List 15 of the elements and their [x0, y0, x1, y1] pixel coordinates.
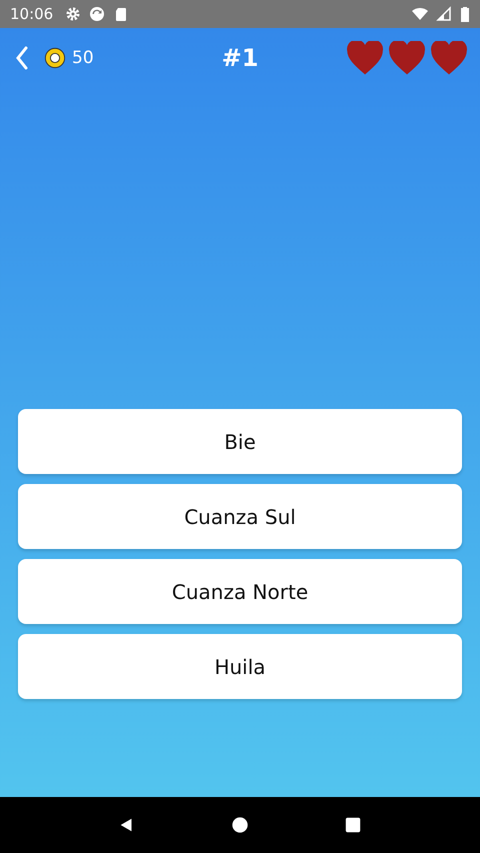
wifi-icon: [412, 6, 428, 22]
coin-icon: [44, 47, 66, 69]
answer-button[interactable]: Cuanza Sul: [18, 484, 462, 549]
home-icon[interactable]: [230, 816, 249, 834]
coin-count: 50: [72, 48, 94, 68]
answer-button[interactable]: Huila: [18, 634, 462, 699]
signal-icon: [436, 6, 452, 22]
gear-icon: [65, 6, 82, 22]
sync-icon: [89, 6, 106, 22]
question-number: #1: [222, 44, 258, 72]
recents-icon[interactable]: [344, 816, 362, 834]
answer-button[interactable]: Bie: [18, 409, 462, 474]
battery-icon: [460, 6, 470, 22]
clock-time: 10:06: [10, 5, 54, 23]
answer-button[interactable]: Cuanza Norte: [18, 559, 462, 624]
